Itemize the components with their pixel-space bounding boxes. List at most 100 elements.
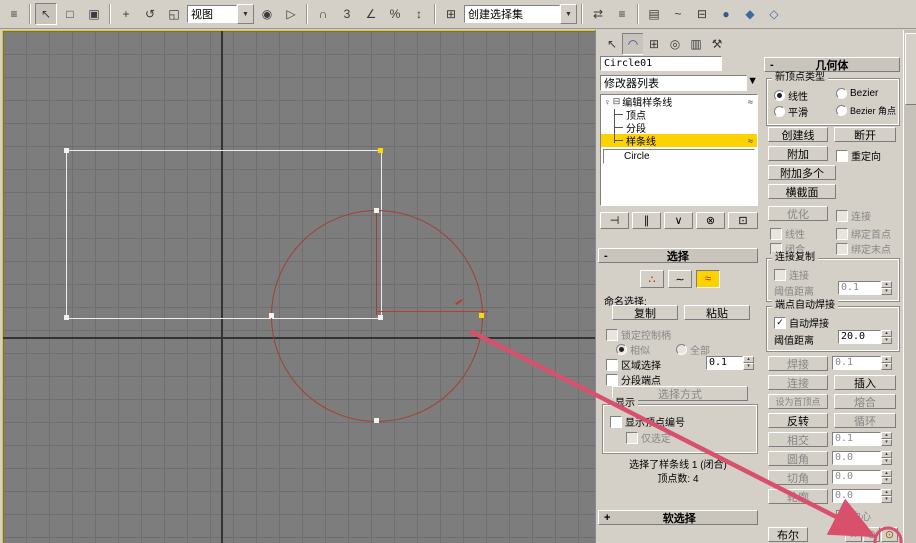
material-editor-icon[interactable]: ● — [715, 3, 737, 25]
similar-radio[interactable]: 相似 — [616, 342, 650, 357]
scrollbar-thumb[interactable] — [905, 33, 916, 105]
rect-vertex-bottom-left[interactable] — [64, 315, 69, 320]
stack-item-edit-spline[interactable]: ♀ ⊟ 编辑样条线 ≈ — [601, 95, 757, 108]
rect-vertex-bottom-right[interactable] — [378, 315, 383, 320]
mirror-tool-icon[interactable]: ⇄ — [587, 3, 609, 25]
boolean-button[interactable]: 布尔 — [768, 527, 808, 542]
lightbulb-icon[interactable]: ♀ — [604, 97, 611, 107]
linear-vertex-radio[interactable]: 线性 — [774, 88, 808, 103]
chamfer-spinner[interactable]: 0.0 ▴▾ — [832, 470, 892, 484]
auto-weld-threshold-spinner[interactable]: 20.0 ▴▾ — [838, 330, 892, 344]
tab-utilities-icon[interactable]: ⚒ — [706, 33, 728, 55]
spinner-up-icon[interactable]: ▴ — [881, 356, 892, 363]
spinner-down-icon[interactable]: ▾ — [881, 458, 892, 465]
menu-icon[interactable]: ≡ — [3, 3, 25, 25]
selection-region-icon[interactable]: □ — [59, 3, 81, 25]
spinner-up-icon[interactable]: ▴ — [881, 281, 892, 288]
weld-threshold-spinner[interactable]: 0.1 ▴▾ — [832, 356, 892, 370]
object-name-field[interactable]: Circle01 — [600, 56, 722, 71]
cycle-button[interactable]: 循环 — [834, 413, 896, 428]
vertex-subobject-button[interactable]: ∴ — [640, 270, 664, 288]
center-checkbox[interactable]: ✓ 中心 — [836, 508, 871, 523]
boolean-union-icon[interactable]: ∞ — [845, 527, 862, 542]
refine-button[interactable]: 优化 — [768, 206, 828, 221]
expand-icon[interactable]: ⊟ — [613, 96, 621, 107]
all-radio[interactable]: 全部 — [676, 342, 710, 357]
spinner-up-icon[interactable]: ▴ — [881, 489, 892, 496]
connect-copy-threshold-spinner[interactable]: 0.1 ▴▾ — [838, 281, 892, 295]
outline-button[interactable]: 轮廓 — [768, 489, 828, 504]
select-tool-icon[interactable]: ↖ — [35, 3, 57, 25]
circle-spline[interactable] — [271, 210, 483, 422]
tab-hierarchy-icon[interactable]: ⊞ — [643, 33, 665, 55]
spinner-up-icon[interactable]: ▴ — [743, 356, 754, 363]
area-selection-spinner[interactable]: 0.1 ▴▾ — [706, 356, 754, 370]
edit-named-selections-icon[interactable]: ⊞ — [440, 3, 462, 25]
selection-rollout-header[interactable]: - 选择 — [598, 248, 758, 263]
cross-section-button[interactable]: 横截面 — [768, 184, 836, 199]
create-line-button[interactable]: 创建线 — [768, 127, 828, 142]
segment-end-checkbox[interactable]: ✓ 分段端点 — [606, 372, 661, 387]
configure-modifier-sets-button[interactable]: ⊡ — [728, 212, 758, 229]
reverse-button[interactable]: 反转 — [768, 413, 828, 428]
spinner-down-icon[interactable]: ▾ — [881, 477, 892, 484]
stack-item-vertex[interactable]: 顶点 — [601, 108, 757, 121]
cross-insert-button[interactable]: 相交 — [768, 432, 828, 447]
viewport-top[interactable] — [2, 30, 596, 543]
spinner-down-icon[interactable]: ▾ — [881, 288, 892, 295]
percent-snap-icon[interactable]: % — [384, 3, 406, 25]
bind-first-checkbox[interactable]: ✓ 绑定首点 — [836, 226, 891, 241]
circle-vertex-bottom[interactable] — [374, 418, 379, 423]
spinner-up-icon[interactable]: ▴ — [881, 330, 892, 337]
lock-handles-checkbox[interactable]: ✓ 锁定控制柄 — [606, 327, 671, 342]
modifier-active-icon[interactable]: ≈ — [748, 97, 753, 107]
connect-checkbox[interactable]: ✓ 连接 — [836, 208, 871, 223]
rect-vertex-top-right-selected[interactable] — [378, 148, 383, 153]
schematic-view-icon[interactable]: ⊟ — [691, 3, 713, 25]
make-first-button[interactable]: 设为首顶点 — [768, 394, 828, 409]
tab-modify-icon[interactable]: ◠ — [622, 33, 644, 55]
render-setup-icon[interactable]: ◆ — [739, 3, 761, 25]
soft-selection-rollout-header[interactable]: + 软选择 — [598, 510, 758, 525]
geometry-rollout-header[interactable]: - 几何体 — [764, 57, 900, 72]
attach-multiple-button[interactable]: 附加多个 — [768, 165, 836, 180]
fillet-spinner[interactable]: 0.0 ▴▾ — [832, 451, 892, 465]
linear-checkbox[interactable]: ✓ 线性 — [770, 226, 805, 241]
layer-manager-icon[interactable]: ▤ — [643, 3, 665, 25]
fuse-button[interactable]: 熔合 — [834, 394, 896, 409]
smooth-vertex-radio[interactable]: 平滑 — [774, 104, 808, 119]
dropdown-arrow-icon[interactable]: ▼ — [560, 4, 577, 24]
outline-spinner[interactable]: 0.0 ▴▾ — [832, 489, 892, 503]
select-manipulate-icon[interactable]: ▷ — [280, 3, 302, 25]
align-tool-icon[interactable]: ≡ — [611, 3, 633, 25]
remove-modifier-button[interactable]: ⊗ — [696, 212, 725, 229]
area-selection-checkbox[interactable]: ✓ 区域选择 — [606, 357, 661, 372]
pin-stack-button[interactable]: ⊣ — [600, 212, 629, 229]
spinner-up-icon[interactable]: ▴ — [881, 451, 892, 458]
named-selection-combo[interactable]: 创建选择集 ▼ — [464, 5, 577, 23]
stack-item-segment[interactable]: 分段 — [601, 121, 757, 134]
circle-vertex-top[interactable] — [374, 208, 379, 213]
circle-vertex-left[interactable] — [269, 313, 274, 318]
connect-button[interactable]: 连接 — [768, 375, 828, 390]
modifier-list-dropdown[interactable]: 修改器列表 ▼ — [600, 75, 758, 91]
show-end-result-button[interactable]: ∥ — [632, 212, 661, 229]
connect-copy-checkbox[interactable]: ✓ 连接 — [774, 267, 809, 282]
show-vertex-numbers-checkbox[interactable]: ✓ 显示顶点编号 — [610, 414, 685, 429]
tab-display-icon[interactable]: ▥ — [685, 33, 707, 55]
cross-insert-spinner[interactable]: 0.1 ▴▾ — [832, 432, 892, 446]
attach-button[interactable]: 附加 — [768, 146, 828, 161]
selected-only-checkbox[interactable]: ✓ 仅选定 — [626, 430, 671, 445]
weld-button[interactable]: 焊接 — [768, 356, 828, 371]
panel-scrollbar[interactable] — [903, 30, 916, 543]
rotate-tool-icon[interactable]: ↺ — [139, 3, 161, 25]
spinner-down-icon[interactable]: ▾ — [881, 337, 892, 344]
bezier-vertex-radio[interactable]: Bezier — [836, 88, 878, 99]
copy-button[interactable]: 复制 — [612, 305, 678, 320]
chamfer-button[interactable]: 切角 — [768, 470, 828, 485]
auto-weld-checkbox[interactable]: ✓ 自动焊接 — [774, 315, 829, 330]
spline-subobject-button[interactable]: ≈ — [696, 270, 720, 288]
use-pivot-center-icon[interactable]: ◉ — [256, 3, 278, 25]
curve-editor-icon[interactable]: ~ — [667, 3, 689, 25]
insert-button[interactable]: 插入 — [834, 375, 896, 390]
